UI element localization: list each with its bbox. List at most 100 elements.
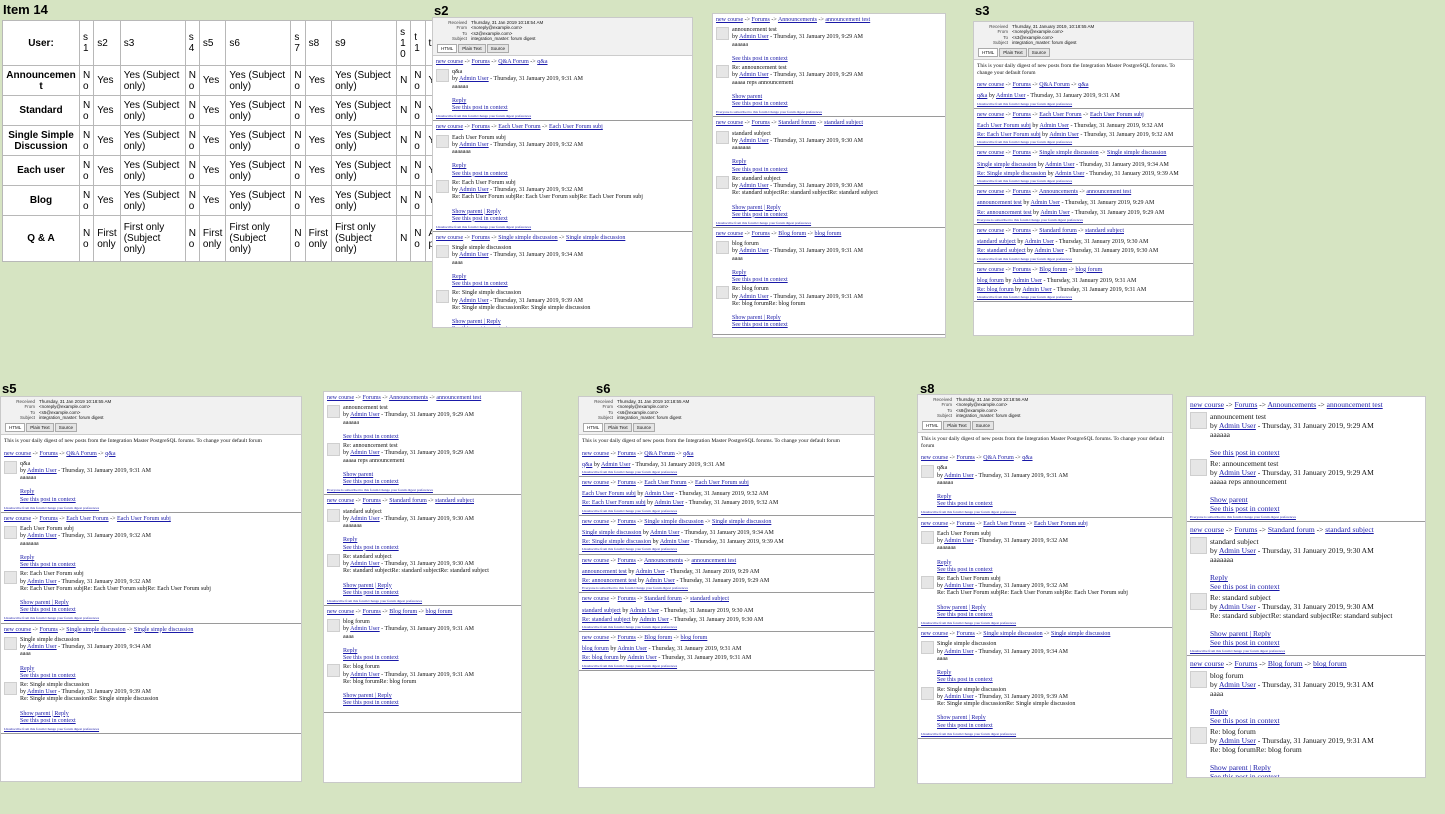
footer-links[interactable]: Unsubscribe from this forum Change your … [582, 664, 871, 668]
crumb-discussion-link[interactable]: announcement test [436, 395, 481, 401]
post-link-show_parent_reply[interactable]: Show parent | Reply [20, 600, 211, 607]
post-link-see[interactable]: See this post in context [937, 723, 1075, 730]
crumb-forums-link[interactable]: Forums [618, 519, 636, 525]
crumb-forum-link[interactable]: Single simple discussion [1039, 150, 1098, 156]
crumb-discussion-link[interactable]: blog forum [426, 609, 453, 615]
crumb-forums-link[interactable]: Forums [472, 124, 490, 130]
crumb-forum-link[interactable]: Each User Forum [66, 516, 108, 522]
footer-links[interactable]: Everyone is subscribed to this forum Cha… [582, 586, 871, 590]
post-link-see[interactable]: See this post in context [452, 281, 583, 288]
crumb-discussion-link[interactable]: q&a [1022, 455, 1032, 461]
post-subject-link[interactable]: q&a [977, 93, 987, 99]
footer-links[interactable]: Unsubscribe from this forum Change your … [977, 295, 1190, 299]
footer-links[interactable]: Unsubscribe from this forum Change your … [436, 225, 689, 229]
post-subject-link[interactable]: blog forum [977, 278, 1004, 284]
post-link-reply[interactable]: Reply [732, 159, 863, 166]
crumb-forums-link[interactable]: Forums [363, 395, 381, 401]
post-subject-link[interactable]: Re: blog forum [977, 287, 1014, 293]
author-link[interactable]: Admin User [350, 450, 380, 456]
tab-html[interactable]: HTML [5, 422, 26, 432]
author-link[interactable]: Admin User [944, 583, 974, 589]
footer-links[interactable]: Everyone is subscribed to this forum Cha… [716, 110, 942, 114]
author-link[interactable]: Admin User [27, 644, 57, 650]
post-link-reply[interactable]: Reply [1210, 707, 1374, 716]
crumb-forums-link[interactable]: Forums [752, 120, 770, 126]
author-link[interactable]: Admin User [618, 646, 648, 652]
post-link-show_parent_reply[interactable]: Show parent | Reply [937, 605, 1128, 612]
footer-links[interactable]: Unsubscribe from this forum Change your … [977, 102, 1190, 106]
post-subject-link[interactable]: Re: announcement test [977, 210, 1032, 216]
crumb-forum-link[interactable]: Blog forum [389, 609, 417, 615]
post-link-reply[interactable]: Reply [452, 98, 583, 105]
post-subject-link[interactable]: Each User Forum subj [977, 123, 1031, 129]
post-link-see[interactable]: See this post in context [343, 590, 489, 597]
author-link[interactable]: Admin User [739, 183, 769, 189]
footer-links[interactable]: Unsubscribe from this forum Change your … [327, 599, 518, 603]
footer-links[interactable]: Unsubscribe from this forum Change your … [582, 509, 871, 513]
post-link-see[interactable]: See this post in context [343, 700, 474, 707]
crumb-forums-link[interactable]: Forums [618, 451, 636, 457]
crumb-course-link[interactable]: new course [436, 235, 463, 241]
post-link-show_parent_reply[interactable]: Show parent | Reply [20, 711, 158, 718]
author-link[interactable]: Admin User [350, 626, 380, 632]
author-link[interactable]: Admin User [1055, 171, 1085, 177]
author-link[interactable]: Admin User [1022, 287, 1052, 293]
post-link-see[interactable]: See this post in context [1210, 638, 1392, 647]
crumb-forums-link[interactable]: Forums [618, 635, 636, 641]
footer-links[interactable]: Everyone is subscribed to this forum Cha… [327, 488, 518, 492]
author-link[interactable]: Admin User [654, 500, 684, 506]
crumb-discussion-link[interactable]: announcement test [691, 558, 736, 564]
crumb-forums-link[interactable]: Forums [957, 631, 975, 637]
footer-links[interactable]: Unsubscribe from this forum Change your … [921, 621, 1169, 625]
footer-links[interactable]: Unsubscribe from this forum Change your … [977, 257, 1190, 261]
post-link-see[interactable]: See this post in context [20, 497, 151, 504]
crumb-forum-link[interactable]: Blog forum [778, 231, 806, 237]
crumb-forums-link[interactable]: Forums [1013, 189, 1031, 195]
post-link-reply[interactable]: Reply [343, 648, 474, 655]
crumb-forums-link[interactable]: Forums [472, 235, 490, 241]
post-link-see[interactable]: See this post in context [452, 216, 643, 223]
crumb-course-link[interactable]: new course [4, 516, 31, 522]
post-link-see[interactable]: See this post in context [343, 545, 474, 552]
post-link-reply[interactable]: Reply [937, 494, 1068, 501]
post-link-see[interactable]: See this post in context [20, 562, 151, 569]
crumb-forums-link[interactable]: Forums [363, 609, 381, 615]
crumb-forum-link[interactable]: Standard forum [644, 596, 682, 602]
crumb-course-link[interactable]: new course [1190, 659, 1224, 668]
post-link-show_parent_reply[interactable]: Show parent | Reply [452, 319, 590, 326]
author-link[interactable]: Admin User [1025, 239, 1055, 245]
crumb-course-link[interactable]: new course [582, 480, 609, 486]
crumb-course-link[interactable]: new course [582, 558, 609, 564]
tab-html[interactable]: HTML [978, 47, 999, 57]
post-link-see[interactable]: See this post in context [937, 567, 1068, 574]
crumb-course-link[interactable]: new course [582, 519, 609, 525]
post-link-show_parent_reply[interactable]: Show parent | Reply [452, 209, 643, 216]
crumb-forum-link[interactable]: Single simple discussion [644, 519, 703, 525]
post-link-see[interactable]: See this post in context [343, 434, 474, 441]
post-link-show_parent[interactable]: Show parent [343, 472, 474, 479]
post-link-show_parent_reply[interactable]: Show parent | Reply [732, 205, 878, 212]
crumb-forums-link[interactable]: Forums [957, 521, 975, 527]
post-link-reply[interactable]: Reply [937, 670, 1068, 677]
post-link-see[interactable]: See this post in context [732, 322, 863, 329]
footer-links[interactable]: Unsubscribe from this forum Change your … [4, 727, 298, 731]
post-link-see[interactable]: See this post in context [20, 673, 151, 680]
crumb-forums-link[interactable]: Forums [752, 231, 770, 237]
post-link-reply[interactable]: Reply [937, 560, 1068, 567]
post-subject-link[interactable]: Each User Forum subj [582, 491, 636, 497]
crumb-forum-link[interactable]: Q&A Forum [66, 451, 97, 457]
crumb-discussion-link[interactable]: announcement test [1086, 189, 1131, 195]
post-link-see[interactable]: See this post in context [1210, 448, 1374, 457]
tab-source[interactable]: Source [632, 422, 655, 432]
post-subject-link[interactable]: Re: Single simple discussion [977, 171, 1046, 177]
post-link-reply[interactable]: Reply [20, 555, 151, 562]
author-link[interactable]: Admin User [739, 72, 769, 78]
crumb-course-link[interactable]: new course [327, 498, 354, 504]
post-link-see[interactable]: See this post in context [343, 655, 474, 662]
crumb-forum-link[interactable]: Q&A Forum [498, 59, 529, 65]
crumb-forums-link[interactable]: Forums [472, 59, 490, 65]
tab-plain-text[interactable]: Plain Text [26, 422, 54, 432]
tab-plain-text[interactable]: Plain Text [943, 420, 971, 430]
author-link[interactable]: Admin User [650, 530, 680, 536]
author-link[interactable]: Admin User [350, 672, 380, 678]
